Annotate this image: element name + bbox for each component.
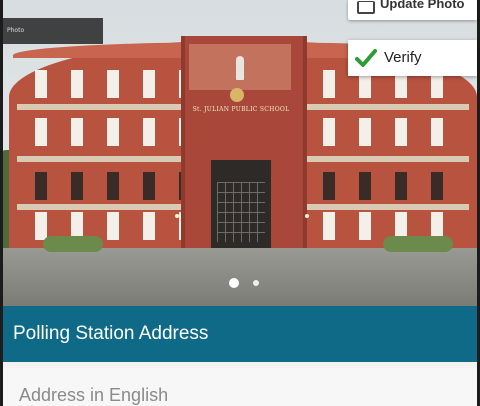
- verify-label: Verify: [384, 49, 422, 66]
- carousel-pagination: [229, 276, 269, 290]
- statue: [236, 56, 244, 80]
- section-title: Polling Station Address: [13, 323, 209, 344]
- lamp: [305, 214, 309, 218]
- update-photo-label: Update Photo: [380, 0, 465, 11]
- school-sign: St. JULIAN PUBLIC SCHOOL: [192, 106, 290, 113]
- photo-badge: Photo: [3, 18, 103, 44]
- bush: [383, 236, 453, 252]
- lamp: [175, 214, 179, 218]
- camera-icon: [357, 1, 375, 14]
- school-emblem: [230, 88, 244, 102]
- pagination-dot-active[interactable]: [229, 278, 239, 288]
- bush: [43, 236, 103, 252]
- check-icon: [355, 49, 377, 67]
- address-field-label: Address in English: [19, 385, 169, 405]
- pagination-dot[interactable]: [253, 280, 259, 286]
- photo-badge-text: Photo: [7, 27, 25, 34]
- update-photo-button[interactable]: Update Photo: [348, 0, 477, 20]
- verify-button[interactable]: Verify: [348, 40, 477, 76]
- polling-station-address-header: Polling Station Address: [3, 306, 477, 362]
- door-grille: [217, 182, 265, 242]
- address-in-english-field[interactable]: Address in English: [3, 368, 477, 406]
